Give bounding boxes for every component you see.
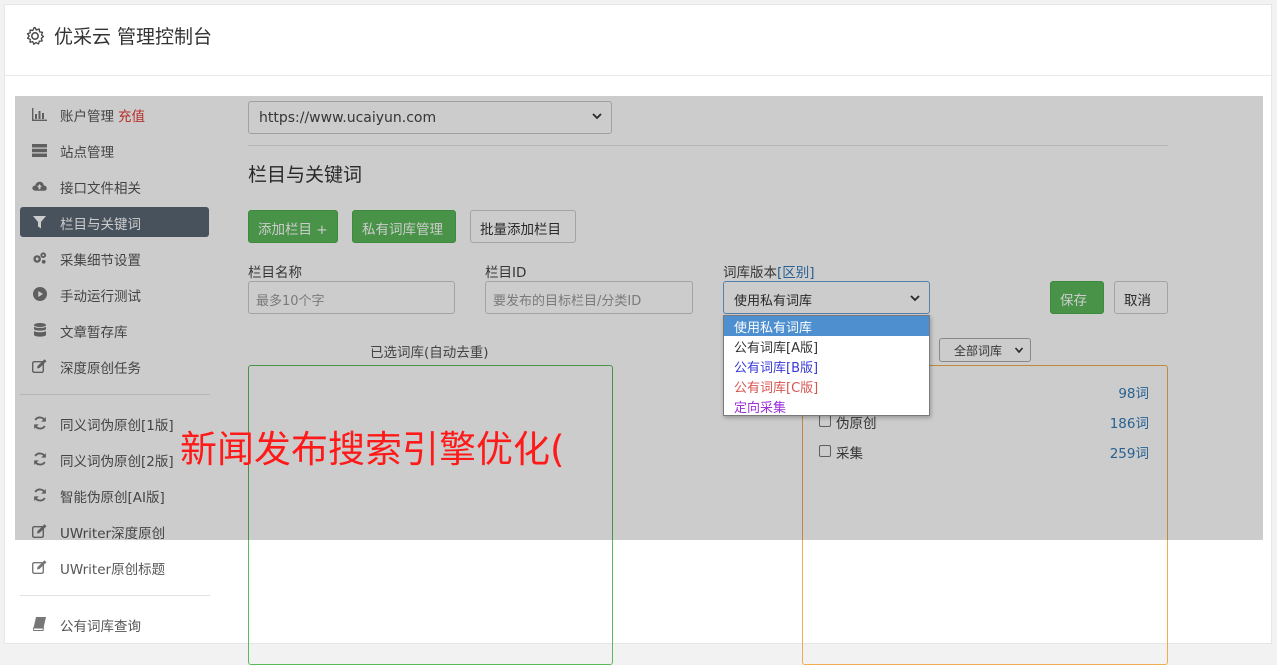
- save-button[interactable]: 保存: [1050, 281, 1104, 314]
- sidebar-item-label: 智能伪原创[AI版]: [60, 490, 165, 506]
- chevron-down-icon: [592, 113, 602, 120]
- refresh-icon: [32, 488, 47, 502]
- chevron-down-icon: [1014, 347, 1024, 354]
- lib-diff-link[interactable]: [区别]: [777, 265, 815, 281]
- sidebar-item-label: 账户管理: [60, 109, 114, 125]
- add-column-button[interactable]: 添加栏目 +: [248, 210, 338, 243]
- cloud-upload-icon: [32, 179, 47, 193]
- dropdown-option[interactable]: 公有词库[C版]: [724, 376, 929, 396]
- selected-libs-title: 已选词库(自动去重): [370, 345, 489, 361]
- filter-icon: [32, 215, 47, 229]
- sidebar-item-label: 采集细节设置: [60, 253, 141, 269]
- dropdown-option[interactable]: 定向采集: [724, 396, 929, 416]
- dropdown-option[interactable]: 公有词库[B版]: [724, 356, 929, 376]
- book-icon: [32, 617, 47, 631]
- sidebar-item-interface[interactable]: 接口文件相关: [20, 171, 209, 201]
- sidebar-item-label: 深度原创任务: [60, 361, 141, 377]
- sidebar-item-label: 手动运行测试: [60, 289, 141, 305]
- lib-filter-select[interactable]: 全部词库: [939, 338, 1031, 362]
- lib-version-label: 词库版本[区别]: [723, 265, 815, 281]
- sidebar-item-label: 同义词伪原创[2版]: [60, 454, 174, 470]
- sidebar-item-uwriter-deep[interactable]: UWriter深度原创: [20, 516, 209, 546]
- batch-add-button[interactable]: 批量添加栏目: [470, 210, 576, 243]
- sidebar-item-public-lib-query[interactable]: 公有词库查询: [20, 609, 209, 639]
- sidebar-item-label: 公有词库查询: [60, 619, 141, 635]
- sidebar-item-label: 同义词伪原创[1版]: [60, 418, 174, 434]
- server-icon: [32, 143, 47, 157]
- selected-libs-box[interactable]: [248, 365, 613, 665]
- column-id-input[interactable]: 要发布的目标栏目/分类ID: [485, 281, 693, 314]
- lib-count: 98词: [1118, 386, 1149, 402]
- refresh-icon: [32, 452, 47, 466]
- play-circle-icon: [32, 287, 47, 301]
- sidebar-divider: [20, 394, 210, 395]
- database-icon: [32, 323, 47, 337]
- sidebar-item-columns-keywords[interactable]: 栏目与关键词: [20, 207, 209, 237]
- gear-icon: [26, 26, 45, 45]
- cancel-button[interactable]: 取消: [1114, 281, 1168, 314]
- sidebar-item-collect-settings[interactable]: 采集细节设置: [20, 243, 209, 273]
- column-id-label: 栏目ID: [485, 265, 527, 281]
- bar-chart-icon: [32, 107, 47, 121]
- lib-version-value: 使用私有词库: [734, 294, 813, 309]
- column-name-input[interactable]: 最多10个字: [248, 281, 455, 314]
- sidebar-item-article-store[interactable]: 文章暂存库: [20, 315, 209, 345]
- lib-version-select[interactable]: 使用私有词库: [723, 281, 930, 314]
- edit-icon: [32, 359, 47, 373]
- lib-count: 186词: [1109, 416, 1149, 432]
- dropdown-option[interactable]: 公有词库[A版]: [724, 336, 929, 356]
- refresh-icon: [32, 416, 47, 430]
- header-bar: 优采云 管理控制台: [5, 5, 1273, 76]
- sidebar-item-account[interactable]: 账户管理 充值: [20, 99, 209, 129]
- edit-icon: [32, 524, 47, 538]
- app-title: 优采云 管理控制台: [54, 26, 213, 48]
- sidebar-item-label: 接口文件相关: [60, 181, 141, 197]
- sidebar-divider: [20, 595, 210, 596]
- site-select[interactable]: https://www.ucaiyun.com: [248, 101, 612, 134]
- sidebar-item-label: UWriter深度原创: [60, 526, 166, 542]
- sidebar-item-label: 文章暂存库: [60, 325, 128, 341]
- dropdown-option[interactable]: 使用私有词库: [724, 316, 929, 336]
- sidebar-item-deep-original[interactable]: 深度原创任务: [20, 351, 209, 381]
- column-name-label: 栏目名称: [248, 265, 302, 281]
- list-item[interactable]: 采集 259词: [819, 442, 1149, 462]
- sidebar-item-label: 栏目与关键词: [60, 217, 141, 233]
- edit-icon: [32, 560, 47, 574]
- sidebar-item-sites[interactable]: 站点管理: [20, 135, 209, 165]
- sidebar-item-uwriter-title[interactable]: UWriter原创标题: [20, 552, 209, 582]
- sidebar-item-manual-run[interactable]: 手动运行测试: [20, 279, 209, 309]
- sidebar-item-label: 站点管理: [60, 145, 114, 161]
- sidebar-item-ai-rewrite[interactable]: 智能伪原创[AI版]: [20, 480, 209, 510]
- divider: [248, 145, 1168, 146]
- recharge-link[interactable]: 充值: [118, 109, 145, 125]
- watermark-text: 新闻发布搜索引擎优化(: [180, 428, 565, 471]
- lib-count: 259词: [1109, 446, 1149, 462]
- lib-version-dropdown: 使用私有词库 公有词库[A版] 公有词库[B版] 公有词库[C版] 定向采集: [723, 315, 930, 416]
- section-title: 栏目与关键词: [248, 164, 363, 186]
- chevron-down-icon: [910, 295, 920, 302]
- lib-checkbox[interactable]: [819, 445, 831, 457]
- private-lib-button[interactable]: 私有词库管理: [352, 210, 456, 243]
- gears-icon: [32, 251, 47, 265]
- site-select-value: https://www.ucaiyun.com: [259, 110, 437, 126]
- lib-checkbox[interactable]: [819, 415, 831, 427]
- sidebar-item-label: UWriter原创标题: [60, 562, 166, 578]
